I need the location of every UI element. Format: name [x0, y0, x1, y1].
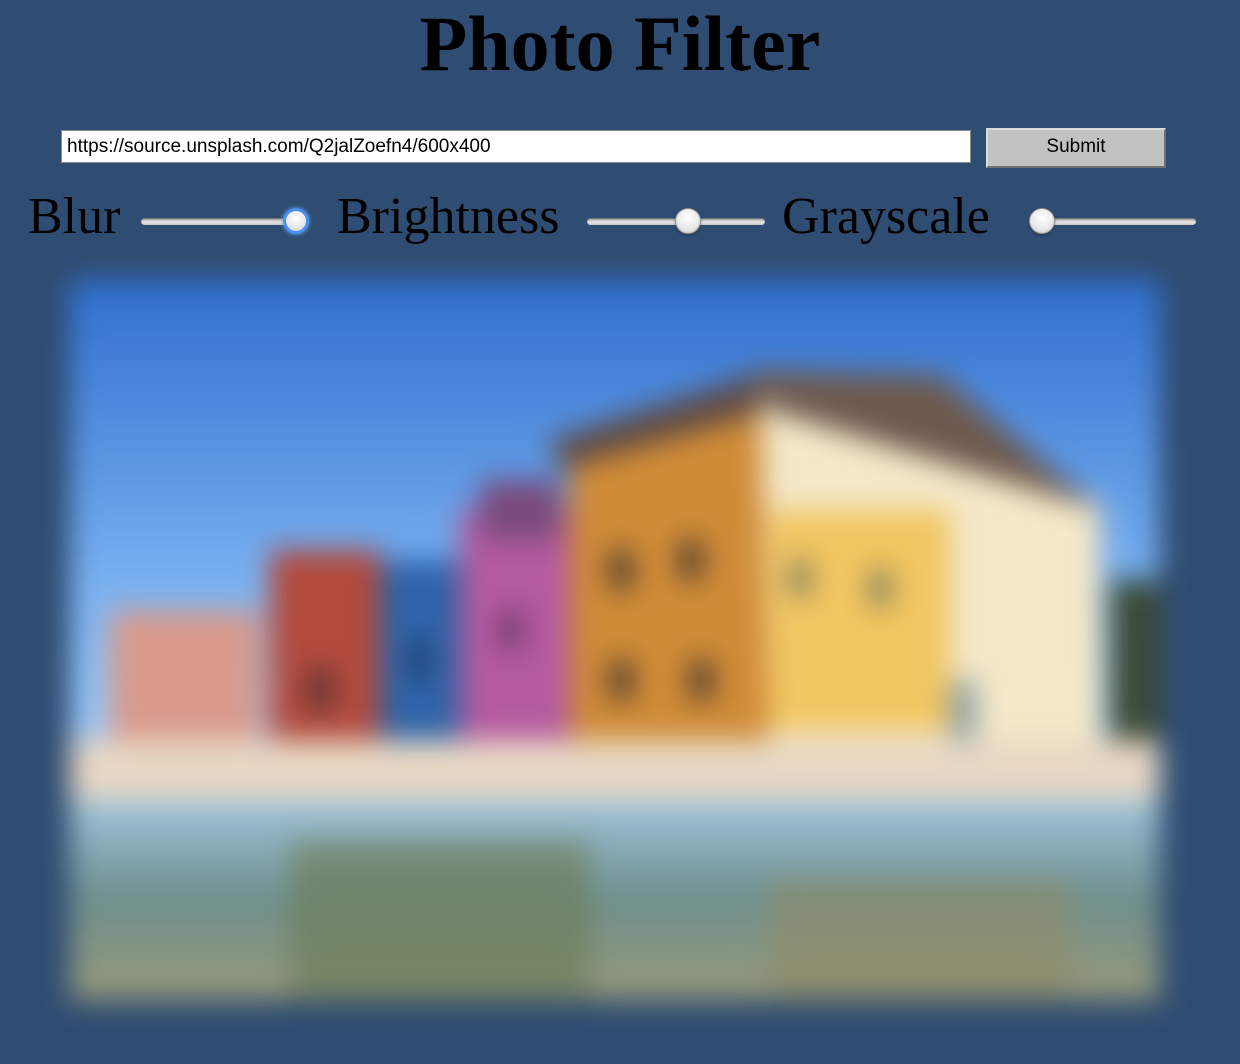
blur-label: Blur: [28, 188, 121, 245]
blur-slider[interactable]: [141, 208, 309, 238]
grayscale-slider[interactable]: [1029, 208, 1196, 238]
image-url-input[interactable]: [61, 130, 971, 163]
blur-slider-thumb[interactable]: [283, 208, 309, 234]
page-title: Photo Filter: [419, 0, 821, 87]
grayscale-slider-thumb[interactable]: [1029, 208, 1055, 234]
brightness-slider-thumb[interactable]: [675, 208, 702, 234]
brightness-slider[interactable]: [587, 208, 765, 238]
photo-canvas: [70, 280, 1160, 1000]
brightness-label: Brightness: [337, 188, 560, 245]
filtered-photo: [70, 280, 1160, 1000]
submit-button[interactable]: Submit: [986, 128, 1166, 168]
grayscale-label: Grayscale: [782, 188, 990, 245]
